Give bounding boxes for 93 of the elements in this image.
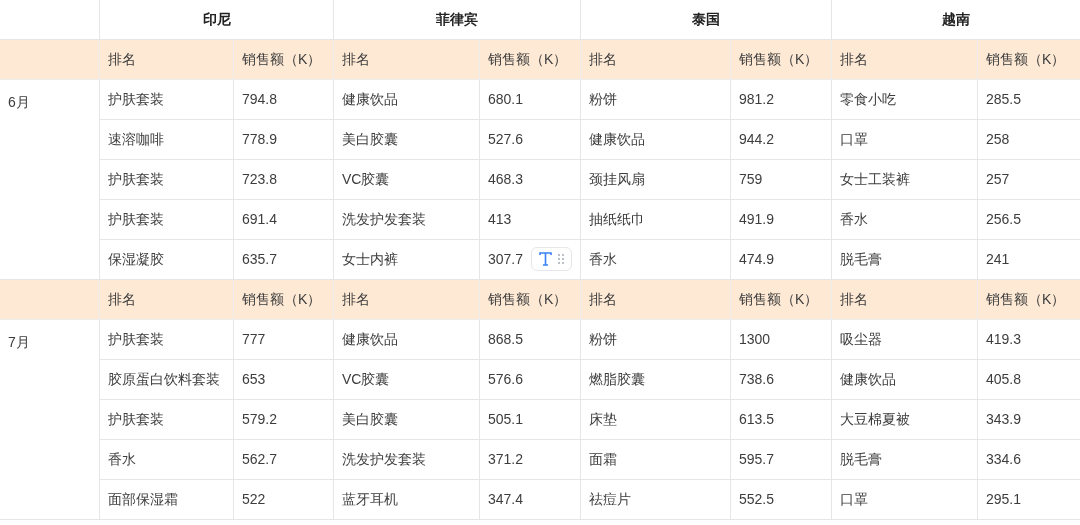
table-cell: 面霜 xyxy=(580,440,730,480)
table-cell: 洗发护发套装 xyxy=(333,440,479,480)
table-cell: 健康饮品 xyxy=(333,320,479,360)
table-cell: 595.7 xyxy=(730,440,831,480)
table-cell: 258 xyxy=(977,120,1080,160)
table-cell: 面部保湿霜 xyxy=(99,480,233,520)
table-cell: 零食小吃 xyxy=(831,80,977,120)
table-cell: 粉饼 xyxy=(580,320,730,360)
table-cell: 334.6 xyxy=(977,440,1080,480)
table-cell: 健康饮品 xyxy=(333,80,479,120)
table-cell: VC胶囊 xyxy=(333,160,479,200)
column-header: 销售额（K） xyxy=(479,280,580,320)
table-cell: 香水 xyxy=(831,200,977,240)
table-cell: 护肤套装 xyxy=(99,320,233,360)
table-cell: 794.8 xyxy=(233,80,333,120)
table-cell: 大豆棉夏被 xyxy=(831,400,977,440)
column-header: 销售额（K） xyxy=(730,280,831,320)
column-header: 销售额（K） xyxy=(479,40,580,80)
table-cell: 405.8 xyxy=(977,360,1080,400)
table-cell: 洗发护发套装 xyxy=(333,200,479,240)
column-header: 销售额（K） xyxy=(977,40,1080,80)
table-cell: 抽纸纸巾 xyxy=(580,200,730,240)
table-cell: 口罩 xyxy=(831,480,977,520)
table-cell: 371.2 xyxy=(479,440,580,480)
column-header: 排名 xyxy=(580,40,730,80)
table-cell: 419.3 xyxy=(977,320,1080,360)
table-cell: VC胶囊 xyxy=(333,360,479,400)
table-cell: 胶原蛋白饮料套装 xyxy=(99,360,233,400)
table-cell: 981.2 xyxy=(730,80,831,120)
table-cell: 413 xyxy=(479,200,580,240)
table-cell: 257 xyxy=(977,160,1080,200)
table-cell: 868.5 xyxy=(479,320,580,360)
table-cell: 口罩 xyxy=(831,120,977,160)
table-cell: 680.1 xyxy=(479,80,580,120)
table-cell: 576.6 xyxy=(479,360,580,400)
column-header: 排名 xyxy=(831,280,977,320)
column-header: 销售额（K） xyxy=(233,280,333,320)
column-header: 排名 xyxy=(333,40,479,80)
table-cell: 燃脂胶囊 xyxy=(580,360,730,400)
table-cell: 723.8 xyxy=(233,160,333,200)
table-cell: 护肤套装 xyxy=(99,160,233,200)
table-cell: 691.4 xyxy=(233,200,333,240)
table-cell: 491.9 xyxy=(730,200,831,240)
table-cell: 护肤套装 xyxy=(99,200,233,240)
table-cell: 347.4 xyxy=(479,480,580,520)
floating-toolbar[interactable] xyxy=(531,247,572,271)
table-cell: 护肤套装 xyxy=(99,80,233,120)
table-cell: 美白胶囊 xyxy=(333,400,479,440)
table-cell: 613.5 xyxy=(730,400,831,440)
table-cell: 468.3 xyxy=(479,160,580,200)
table-cell: 护肤套装 xyxy=(99,400,233,440)
table-cell: 307.7 xyxy=(479,240,580,280)
table-cell: 祛痘片 xyxy=(580,480,730,520)
table-cell: 579.2 xyxy=(233,400,333,440)
table-cell: 健康饮品 xyxy=(580,120,730,160)
column-header: 排名 xyxy=(580,280,730,320)
table-cell: 777 xyxy=(233,320,333,360)
drag-handle-icon[interactable] xyxy=(558,254,564,264)
column-header: 排名 xyxy=(831,40,977,80)
table-cell: 粉饼 xyxy=(580,80,730,120)
table-cell: 944.2 xyxy=(730,120,831,160)
column-header: 销售额（K） xyxy=(233,40,333,80)
table-cell: 562.7 xyxy=(233,440,333,480)
table-cell: 速溶咖啡 xyxy=(99,120,233,160)
table-cell: 蓝牙耳机 xyxy=(333,480,479,520)
table-cell: 527.6 xyxy=(479,120,580,160)
table-cell: 653 xyxy=(233,360,333,400)
table-cell: 床垫 xyxy=(580,400,730,440)
table-cell: 343.9 xyxy=(977,400,1080,440)
table-cell: 吸尘器 xyxy=(831,320,977,360)
table-cell: 759 xyxy=(730,160,831,200)
table-cell: 552.5 xyxy=(730,480,831,520)
table-cell: 香水 xyxy=(99,440,233,480)
table-cell: 256.5 xyxy=(977,200,1080,240)
table-cell: 颈挂风扇 xyxy=(580,160,730,200)
table-cell: 脱毛膏 xyxy=(831,440,977,480)
column-header: 排名 xyxy=(99,280,233,320)
table-cell: 778.9 xyxy=(233,120,333,160)
table-cell: 健康饮品 xyxy=(831,360,977,400)
table-cell: 1300 xyxy=(730,320,831,360)
text-format-icon[interactable] xyxy=(539,252,552,266)
column-header: 排名 xyxy=(333,280,479,320)
column-header: 销售额（K） xyxy=(730,40,831,80)
table-cell: 295.1 xyxy=(977,480,1080,520)
table-cell: 女士工装裤 xyxy=(831,160,977,200)
table-cell: 美白胶囊 xyxy=(333,120,479,160)
table-cell: 522 xyxy=(233,480,333,520)
table-cell: 505.1 xyxy=(479,400,580,440)
column-header: 排名 xyxy=(99,40,233,80)
month-cell: 7月 xyxy=(0,320,99,520)
table-cell: 285.5 xyxy=(977,80,1080,120)
column-header: 销售额（K） xyxy=(977,280,1080,320)
table-cell: 738.6 xyxy=(730,360,831,400)
